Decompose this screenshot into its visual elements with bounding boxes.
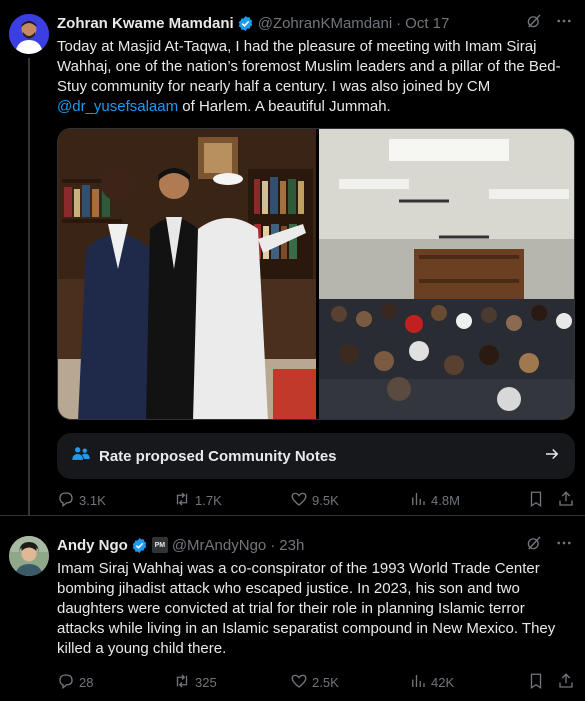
post-mamdani[interactable]: Zohran Kwame Mamdani @ZohranKMamdani · O…	[0, 0, 585, 516]
repost-icon	[173, 490, 191, 511]
repost-count: 325	[195, 674, 217, 690]
people-icon	[71, 445, 91, 468]
like-count: 2.5K	[312, 674, 339, 690]
author-handle[interactable]: @ZohranKMamdani	[258, 15, 392, 32]
grok-icon[interactable]	[525, 534, 543, 556]
community-notes-button[interactable]: Rate proposed Community Notes	[57, 433, 575, 479]
post-andy-ngo[interactable]: Andy Ngo PM @MrAndyNgo · 23h Imam Siraj …	[0, 517, 585, 701]
reply-count: 28	[79, 674, 94, 690]
bookmark-icon	[527, 490, 545, 511]
author-name[interactable]: Zohran Kwame Mamdani	[57, 15, 234, 32]
action-bar: 3.1K 1.7K 9.5K 4.8M	[57, 490, 575, 510]
reply-button[interactable]: 28	[57, 672, 93, 693]
more-icon[interactable]	[555, 12, 573, 34]
media-grid[interactable]	[57, 128, 575, 420]
heart-icon	[290, 672, 308, 693]
bookmark-button[interactable]	[527, 672, 545, 693]
post-text: Today at Masjid At-Taqwa, I had the plea…	[57, 37, 571, 117]
author-name[interactable]: Andy Ngo	[57, 537, 128, 554]
repost-button[interactable]: 325	[173, 672, 217, 693]
more-icon[interactable]	[555, 534, 573, 556]
grok-icon[interactable]	[525, 12, 543, 34]
repost-button[interactable]: 1.7K	[173, 490, 222, 511]
post-text-part: Today at Masjid At-Taqwa, I had the plea…	[57, 38, 561, 95]
avatar[interactable]	[9, 536, 49, 576]
views-count: 4.8M	[431, 492, 460, 508]
post-text: Imam Siraj Wahhaj was a co-conspirator o…	[57, 560, 556, 657]
bookmark-button[interactable]	[527, 490, 545, 511]
photo-left[interactable]	[58, 129, 316, 419]
share-icon	[557, 490, 575, 511]
verified-badge-icon[interactable]	[237, 15, 254, 32]
share-button[interactable]	[557, 672, 575, 693]
avatar[interactable]	[9, 14, 49, 54]
affiliate-badge[interactable]: PM	[151, 537, 168, 553]
verified-badge-icon[interactable]	[131, 537, 148, 554]
bookmark-icon	[527, 672, 545, 693]
community-notes-label: Rate proposed Community Notes	[99, 447, 337, 465]
arrow-right-icon	[543, 445, 561, 468]
author-handle[interactable]: @MrAndyNgo	[172, 537, 266, 554]
like-button[interactable]: 2.5K	[290, 672, 339, 693]
views-button[interactable]: 4.8M	[409, 490, 460, 511]
post-time[interactable]: 23h	[279, 537, 304, 554]
separator-dot: ·	[270, 536, 276, 554]
reply-count: 3.1K	[79, 492, 106, 508]
mention-link[interactable]: @dr_yusefsalaam	[57, 98, 178, 115]
heart-icon	[290, 490, 308, 511]
photo-right[interactable]	[319, 129, 574, 419]
action-bar: 28 325 2.5K 42K	[57, 672, 575, 692]
repost-count: 1.7K	[195, 492, 222, 508]
views-icon	[409, 490, 427, 511]
views-icon	[409, 672, 427, 693]
reply-button[interactable]: 3.1K	[57, 490, 106, 511]
like-count: 9.5K	[312, 492, 339, 508]
share-button[interactable]	[557, 490, 575, 511]
thread-line	[28, 58, 30, 516]
repost-icon	[173, 672, 191, 693]
post-header: Andy Ngo PM @MrAndyNgo · 23h	[57, 535, 573, 555]
post-time[interactable]: Oct 17	[405, 15, 449, 32]
reply-icon	[57, 672, 75, 693]
post-text-part: of Harlem. A beautiful Jummah.	[178, 98, 391, 115]
post-header: Zohran Kwame Mamdani @ZohranKMamdani · O…	[57, 13, 573, 33]
share-icon	[557, 672, 575, 693]
reply-icon	[57, 490, 75, 511]
views-button[interactable]: 42K	[409, 672, 454, 693]
views-count: 42K	[431, 674, 455, 690]
separator-dot: ·	[396, 14, 402, 32]
like-button[interactable]: 9.5K	[290, 490, 339, 511]
